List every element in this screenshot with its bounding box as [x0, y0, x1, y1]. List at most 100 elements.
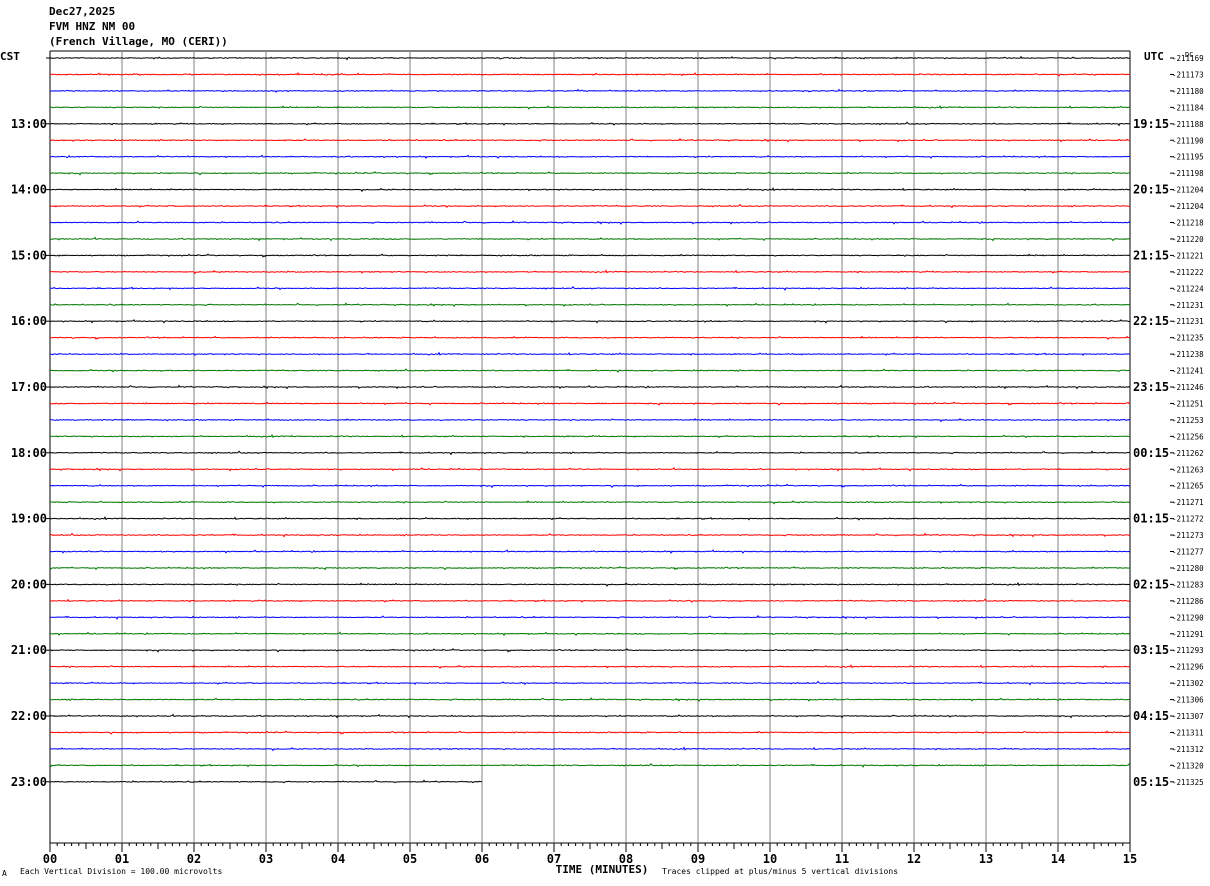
- dc-offset-label: -211231: [1172, 301, 1204, 310]
- hour-label-right: 02:15: [1133, 577, 1169, 591]
- hour-label-left: 13:00: [11, 117, 47, 131]
- seismic-trace: [49, 450, 1131, 456]
- seismogram-plot: 00 01 02 03 04 05 06 07 08 09 10 11 12 13 14 15TIME (MI…: [0, 50, 1204, 876]
- dc-offset-label: -211271: [1172, 498, 1204, 507]
- hour-label-left: 18:00: [11, 446, 47, 460]
- location-label: (French Village, MO (CERI)): [49, 35, 228, 48]
- seismic-trace: [49, 598, 1131, 603]
- dc-offset-label: -211293: [1172, 646, 1204, 655]
- hour-label-left: 17:00: [11, 380, 47, 394]
- seismic-trace: [49, 664, 1131, 670]
- seismic-trace: [50, 549, 1131, 554]
- seismic-trace: [49, 171, 1131, 176]
- dc-offset-label: -211280: [1172, 564, 1204, 573]
- seismic-trace: [49, 368, 1131, 374]
- time-tick-label: 02: [187, 852, 201, 866]
- seismic-trace: [49, 401, 1131, 406]
- time-tick-label: 00: [43, 852, 57, 866]
- clip-note: Traces clipped at plus/minus 5 vertical …: [662, 867, 899, 876]
- hour-label-left: 21:00: [11, 643, 47, 657]
- dc-offset-label: -211220: [1172, 235, 1204, 244]
- seismic-trace: [50, 581, 1131, 587]
- seismic-trace: [49, 713, 1131, 719]
- seismic-trace: [49, 220, 1131, 225]
- seismic-trace: [49, 55, 1131, 61]
- dc-offset-label: -211218: [1172, 219, 1204, 228]
- right-timezone-label: UTC: [1144, 50, 1164, 63]
- time-tick-label: 15: [1123, 852, 1137, 866]
- seismic-trace: [49, 154, 1131, 160]
- hour-label-right: 23:15: [1133, 380, 1169, 394]
- hour-label-left: 22:00: [11, 709, 47, 723]
- dc-offset-label: -211221: [1172, 251, 1204, 260]
- hour-label-right: 22:15: [1133, 314, 1169, 328]
- hour-label-right: 20:15: [1133, 183, 1169, 197]
- hour-label-left: 23:00: [11, 775, 47, 789]
- seismic-trace: [49, 71, 1131, 77]
- dc-offset-label: -211195: [1172, 153, 1204, 162]
- seismic-trace: [49, 319, 1130, 324]
- dc-offset-label: -211296: [1172, 663, 1204, 672]
- dc-offset-label: -211241: [1172, 367, 1204, 376]
- dc-offset-label: -211311: [1172, 728, 1204, 737]
- hour-label-right: 21:15: [1133, 248, 1169, 262]
- time-tick-label: 09: [691, 852, 705, 866]
- time-tick-label: 12: [907, 852, 921, 866]
- seismic-trace: [49, 483, 1131, 489]
- hour-label-right: 19:15: [1133, 117, 1169, 131]
- dc-offset-label: -211307: [1172, 712, 1204, 721]
- dc-offset-label: -211302: [1172, 679, 1204, 688]
- time-tick-label: 14: [1051, 852, 1065, 866]
- dc-offset-label: -211222: [1172, 268, 1204, 277]
- trace-group: [49, 55, 1131, 784]
- hour-label-left: 16:00: [11, 314, 47, 328]
- dc-offset-label: -211263: [1172, 465, 1204, 474]
- seismic-trace: [49, 269, 1130, 275]
- dc-offset-label: -211180: [1172, 87, 1204, 96]
- dc-offset-label: -211184: [1172, 103, 1204, 112]
- seismic-trace: [49, 763, 1131, 768]
- dc-offset-label: -211277: [1172, 548, 1204, 557]
- seismic-trace: [49, 104, 1131, 110]
- seismic-trace: [49, 121, 1131, 127]
- hour-label-right: 04:15: [1133, 709, 1169, 723]
- dc-offset-label: -211235: [1172, 334, 1204, 343]
- time-tick-label: 11: [835, 852, 849, 866]
- seismic-trace: [49, 697, 1131, 702]
- hour-label-right: 00:15: [1133, 446, 1169, 460]
- dc-offset-label: -211320: [1172, 761, 1204, 770]
- dc-offset-label: -211238: [1172, 350, 1204, 359]
- seismic-trace: [49, 648, 1131, 653]
- seismic-trace: [49, 532, 1131, 538]
- dc-offset-label: -211256: [1172, 432, 1204, 441]
- left-timezone-label: CST: [0, 50, 20, 63]
- seismic-trace: [49, 631, 1131, 637]
- seismic-trace: [49, 384, 1131, 390]
- seismic-trace: [49, 516, 1130, 521]
- dc-offset-label: -211286: [1172, 597, 1204, 606]
- time-tick-label: 06: [475, 852, 489, 866]
- dc-offset-label: -211306: [1172, 696, 1204, 705]
- dc-offset-label: -211204: [1172, 186, 1204, 195]
- dc-offset-label: -211198: [1172, 169, 1204, 178]
- dc-offset-label: -211188: [1172, 120, 1204, 129]
- dc-offset-label: -211173: [1172, 70, 1204, 79]
- dc-offset-label: -211190: [1172, 136, 1204, 145]
- seismic-trace: [49, 137, 1131, 143]
- seismic-trace: [49, 614, 1131, 620]
- seismic-trace: [49, 417, 1131, 423]
- dc-offset-label: -211262: [1172, 449, 1204, 458]
- hour-label-left: 19:00: [11, 512, 47, 526]
- seismic-trace: [50, 351, 1131, 357]
- hour-label-left: 20:00: [11, 577, 47, 591]
- time-tick-label: 01: [115, 852, 129, 866]
- time-tick-label: 03: [259, 852, 273, 866]
- vertical-division-note: Each Vertical Division = 100.00 microvol…: [20, 867, 223, 876]
- time-tick-label: 13: [979, 852, 993, 866]
- seismic-trace: [49, 680, 1131, 686]
- dc-offset-label: -211253: [1172, 416, 1204, 425]
- dc-offset-label: -211246: [1172, 383, 1204, 392]
- seismic-trace: [50, 253, 1131, 258]
- seismic-trace: [49, 88, 1131, 93]
- dc-offset-label: -211272: [1172, 515, 1204, 524]
